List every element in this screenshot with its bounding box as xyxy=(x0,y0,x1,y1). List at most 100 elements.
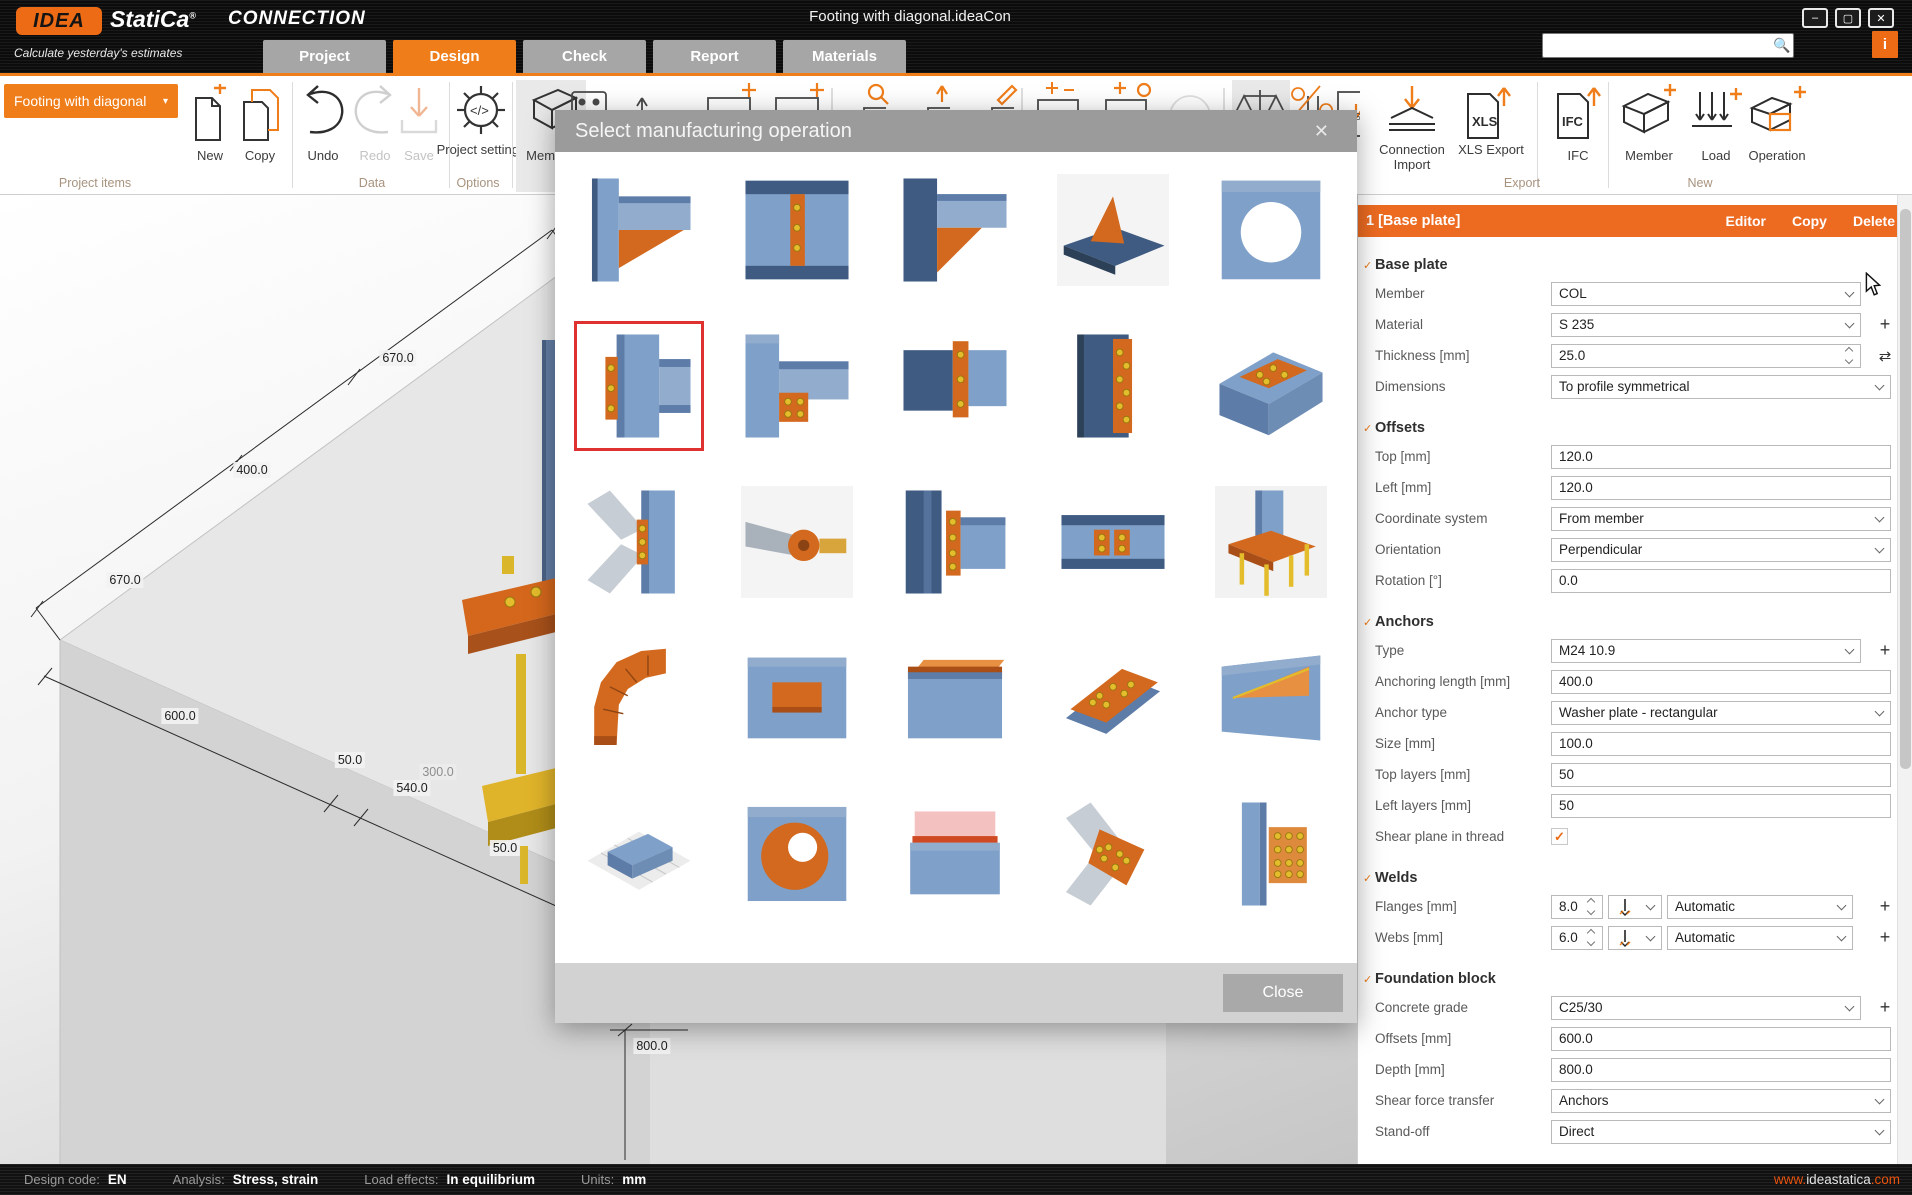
section-expander-icon[interactable]: ✓ xyxy=(1363,973,1375,986)
operation-thumbnail-cap-plate[interactable] xyxy=(899,642,1011,754)
tab-design[interactable]: Design xyxy=(393,40,516,73)
tab-project[interactable]: Project xyxy=(263,40,386,73)
new-operation-icon[interactable] xyxy=(1748,84,1808,136)
new-project-icon[interactable] xyxy=(192,84,228,144)
copy-action[interactable]: Copy xyxy=(1792,213,1827,229)
tab-check[interactable]: Check xyxy=(523,40,646,73)
operation-thumbnail-cone[interactable] xyxy=(741,486,853,598)
operation-thumbnail-opening[interactable] xyxy=(1215,174,1327,286)
redo-icon[interactable] xyxy=(352,84,398,142)
new-member-icon[interactable] xyxy=(1620,84,1678,136)
value-select[interactable]: To profile symmetrical xyxy=(1551,374,1891,399)
value-input[interactable]: 400.0 xyxy=(1551,669,1891,694)
value-select[interactable]: C25/30 xyxy=(1551,995,1861,1020)
value-spinner[interactable]: 25.0 xyxy=(1551,343,1861,368)
info-button[interactable]: i xyxy=(1872,31,1898,58)
tab-report[interactable]: Report xyxy=(653,40,776,73)
maximize-button[interactable]: ▢ xyxy=(1835,8,1861,28)
operation-thumbnail-plate-cut[interactable] xyxy=(899,798,1011,910)
spinner-arrows[interactable] xyxy=(1586,928,1596,947)
tab-materials[interactable]: Materials xyxy=(783,40,906,73)
project-settings-gear-icon[interactable]: </> xyxy=(456,84,506,136)
weld-size-spinner[interactable]: 8.0 xyxy=(1551,894,1603,919)
editor-action[interactable]: Editor xyxy=(1726,213,1766,229)
project-items-dropdown[interactable]: Footing with diagonal ▾ xyxy=(4,84,178,118)
panel-scrollbar[interactable] xyxy=(1897,195,1912,1164)
value-select[interactable]: Perpendicular xyxy=(1551,537,1891,562)
delete-action[interactable]: Delete xyxy=(1853,213,1895,229)
ifc-export-icon[interactable]: IFC xyxy=(1552,84,1604,140)
xls-export-label[interactable]: XLS Export xyxy=(1446,142,1536,157)
search-box[interactable]: 🔍 xyxy=(1542,33,1794,58)
new-operation-label[interactable]: Operation xyxy=(1732,148,1822,163)
value-input[interactable]: 120.0 xyxy=(1551,475,1891,500)
operation-thumbnail-web-splice[interactable] xyxy=(1057,486,1169,598)
close-button[interactable]: Close xyxy=(1223,974,1343,1012)
operation-thumbnail-plate-patch[interactable] xyxy=(741,642,853,754)
section-expander-icon[interactable]: ✓ xyxy=(1363,422,1375,435)
value-input[interactable]: 120.0 xyxy=(1551,444,1891,469)
operation-thumbnail-haunch-bottom[interactable] xyxy=(899,174,1011,286)
add-icon[interactable]: + xyxy=(1872,997,1898,1018)
value-select[interactable]: COL xyxy=(1551,281,1861,306)
minimize-button[interactable]: – xyxy=(1802,8,1828,28)
operation-thumbnail-wedge-cut[interactable] xyxy=(1215,642,1327,754)
operation-thumbnail-end-plate[interactable] xyxy=(574,321,704,451)
operation-thumbnail-cleat[interactable] xyxy=(741,330,853,442)
weld-type-select[interactable] xyxy=(1608,925,1662,950)
operation-thumbnail-rib[interactable] xyxy=(1057,174,1169,286)
value-select[interactable]: Anchors xyxy=(1551,1088,1891,1113)
add-icon[interactable]: + xyxy=(1872,927,1898,948)
section-expander-icon[interactable]: ✓ xyxy=(1363,872,1375,885)
section-offsets[interactable]: ✓ Offsets xyxy=(1358,415,1898,441)
add-icon[interactable]: + xyxy=(1872,314,1898,335)
operation-thumbnail-bend[interactable] xyxy=(583,642,695,754)
add-icon[interactable]: + xyxy=(1872,640,1898,661)
connection-import-label[interactable]: Connection Import xyxy=(1367,142,1457,172)
connection-import-icon[interactable] xyxy=(1385,84,1439,136)
weld-size-spinner[interactable]: 6.0 xyxy=(1551,925,1603,950)
section-anchors[interactable]: ✓ Anchors xyxy=(1358,609,1898,635)
value-input[interactable]: 800.0 xyxy=(1551,1057,1891,1082)
section-foundation-block[interactable]: ✓ Foundation block xyxy=(1358,966,1898,992)
add-icon[interactable]: + xyxy=(1872,896,1898,917)
xls-export-icon[interactable]: XLS xyxy=(1462,84,1514,140)
value-select[interactable]: M24 10.9 xyxy=(1551,638,1861,663)
operation-thumbnail-stub[interactable] xyxy=(899,330,1011,442)
copy-project-icon[interactable] xyxy=(240,84,280,144)
operation-thumbnail-tube-opening[interactable] xyxy=(741,798,853,910)
value-select[interactable]: Washer plate - rectangular xyxy=(1551,700,1891,725)
save-icon[interactable] xyxy=(398,84,440,142)
search-input[interactable] xyxy=(1543,35,1771,56)
weld-mode-select[interactable]: Automatic xyxy=(1667,894,1853,919)
weld-type-select[interactable] xyxy=(1608,894,1662,919)
value-input[interactable]: 50 xyxy=(1551,762,1891,787)
operation-thumbnail-splice-plate[interactable] xyxy=(1057,330,1169,442)
close-icon[interactable]: ✕ xyxy=(1314,121,1337,142)
section-expander-icon[interactable]: ✓ xyxy=(1363,259,1375,272)
value-select[interactable]: S 235 xyxy=(1551,312,1861,337)
website-link[interactable]: www.ideastatica.com xyxy=(1774,1172,1900,1187)
weld-mode-select[interactable]: Automatic xyxy=(1667,925,1853,950)
value-input[interactable]: 0.0 xyxy=(1551,568,1891,593)
close-button[interactable]: ✕ xyxy=(1868,8,1894,28)
section-expander-icon[interactable]: ✓ xyxy=(1363,616,1375,629)
section-base-plate[interactable]: ✓ Base plate xyxy=(1358,252,1898,278)
operation-thumbnail-stiffener[interactable] xyxy=(741,174,853,286)
spinner-arrows[interactable] xyxy=(1844,346,1854,365)
operation-thumbnail-brace-gusset[interactable] xyxy=(1057,798,1169,910)
undo-icon[interactable] xyxy=(300,84,346,142)
operation-thumbnail-flange-plate[interactable] xyxy=(1215,330,1327,442)
value-input[interactable]: 50 xyxy=(1551,793,1891,818)
operation-thumbnail-connecting-plate[interactable] xyxy=(899,486,1011,598)
spinner-arrows[interactable] xyxy=(1586,897,1596,916)
operation-thumbnail-bolted-splice[interactable] xyxy=(1057,642,1169,754)
operation-thumbnail-concrete-block[interactable] xyxy=(583,798,695,910)
swap-icon[interactable]: ⇄ xyxy=(1872,347,1898,365)
value-select[interactable]: Direct xyxy=(1551,1119,1891,1144)
operation-thumbnail-column-splice[interactable] xyxy=(1215,798,1327,910)
value-input[interactable]: 100.0 xyxy=(1551,731,1891,756)
checkbox-checked[interactable]: ✓ xyxy=(1551,828,1568,845)
value-select[interactable]: From member xyxy=(1551,506,1891,531)
value-input[interactable]: 600.0 xyxy=(1551,1026,1891,1051)
